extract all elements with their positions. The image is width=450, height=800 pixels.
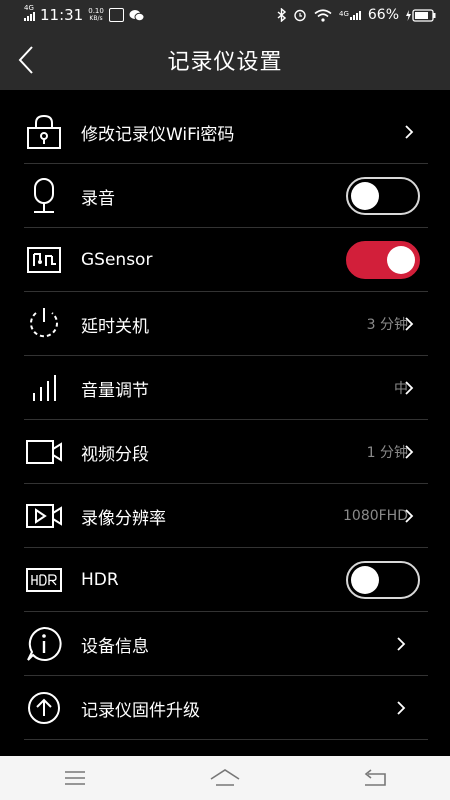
microphone-icon bbox=[24, 176, 64, 216]
status-bar: 4G 11:31 0.10 KB/s 4G 66% bbox=[0, 0, 450, 30]
back-button[interactable] bbox=[6, 40, 46, 80]
system-nav-bar bbox=[0, 756, 450, 800]
menu-button[interactable] bbox=[55, 763, 95, 793]
setting-value: 1 分钟 bbox=[366, 445, 408, 461]
setting-label: 录音 bbox=[81, 188, 115, 209]
setting-label: 延时关机 bbox=[81, 316, 149, 337]
audio-toggle[interactable] bbox=[346, 177, 420, 215]
bluetooth-icon bbox=[277, 8, 286, 22]
video-play-icon bbox=[24, 496, 64, 536]
chevron-right-icon bbox=[404, 508, 416, 524]
alarm-icon bbox=[293, 8, 307, 22]
toggle-knob bbox=[387, 246, 415, 274]
power-icon bbox=[24, 304, 64, 344]
info-icon bbox=[24, 624, 64, 664]
setting-label: 修改记录仪WiFi密码 bbox=[81, 124, 235, 145]
hd-icon bbox=[108, 8, 124, 22]
network-type: 4G bbox=[24, 4, 34, 12]
upgrade-icon bbox=[24, 688, 64, 728]
battery-icon bbox=[406, 8, 436, 22]
cell-signal-icon: 4G bbox=[338, 9, 361, 20]
setting-audio-recording[interactable]: 录音 bbox=[0, 164, 450, 228]
chevron-right-icon bbox=[396, 636, 408, 652]
back-nav-button[interactable] bbox=[355, 763, 395, 793]
setting-label: 音量调节 bbox=[81, 380, 149, 401]
home-button[interactable] bbox=[205, 763, 245, 793]
wifi-icon bbox=[314, 8, 332, 22]
setting-label: 设备信息 bbox=[81, 636, 149, 657]
setting-gsensor[interactable]: GSensor bbox=[0, 228, 450, 292]
setting-volume[interactable]: 音量调节 中 bbox=[0, 356, 450, 420]
chevron-right-icon bbox=[404, 124, 416, 140]
toggle-knob bbox=[351, 182, 379, 210]
toggle-knob bbox=[351, 566, 379, 594]
page-title: 记录仪设置 bbox=[167, 50, 283, 75]
chevron-right-icon bbox=[404, 316, 416, 332]
chevron-left-icon bbox=[18, 46, 33, 74]
setting-device-info[interactable]: 设备信息 bbox=[0, 612, 450, 676]
volume-bars-icon bbox=[24, 368, 64, 408]
setting-video-segment[interactable]: 视频分段 1 分钟 bbox=[0, 420, 450, 484]
chevron-right-icon bbox=[404, 380, 416, 396]
setting-label: 视频分段 bbox=[81, 444, 149, 465]
setting-label: GSensor bbox=[81, 250, 153, 270]
signal-icon: 4G bbox=[24, 5, 35, 21]
sensor-chip-icon bbox=[24, 240, 64, 280]
battery-percent: 66% bbox=[367, 7, 399, 23]
network-speed: 0.10 bbox=[88, 7, 104, 15]
clock: 11:31 bbox=[40, 6, 84, 24]
network-speed-unit: KB/s bbox=[89, 15, 103, 22]
header-bar: 记录仪设置 bbox=[0, 30, 450, 90]
setting-video-resolution[interactable]: 录像分辨率 1080FHD bbox=[0, 484, 450, 548]
gsensor-toggle[interactable] bbox=[346, 241, 420, 279]
setting-value: 1080FHD bbox=[343, 508, 408, 524]
setting-hdr[interactable]: HDR bbox=[0, 548, 450, 612]
hdr-toggle[interactable] bbox=[346, 561, 420, 599]
setting-value: 3 分钟 bbox=[366, 317, 408, 333]
home-icon bbox=[210, 769, 240, 786]
chevron-right-icon bbox=[404, 444, 416, 460]
hdr-icon bbox=[24, 560, 64, 600]
wechat-icon bbox=[129, 9, 145, 22]
setting-wifi-password[interactable]: 修改记录仪WiFi密码 bbox=[0, 100, 450, 164]
video-camera-icon bbox=[24, 432, 64, 472]
settings-list: 修改记录仪WiFi密码 录音 GSensor 延时关机 3 分钟 音量调节 中 bbox=[0, 100, 450, 740]
back-icon bbox=[364, 769, 386, 786]
network-type-right: 4G bbox=[338, 9, 349, 18]
setting-label: HDR bbox=[81, 570, 119, 590]
setting-delayed-shutdown[interactable]: 延时关机 3 分钟 bbox=[0, 292, 450, 356]
menu-icon bbox=[65, 771, 85, 785]
setting-label: 录像分辨率 bbox=[81, 508, 166, 529]
chevron-right-icon bbox=[396, 700, 408, 716]
setting-firmware-upgrade[interactable]: 记录仪固件升级 bbox=[0, 676, 450, 740]
setting-label: 记录仪固件升级 bbox=[81, 700, 200, 721]
lock-icon bbox=[24, 112, 64, 152]
